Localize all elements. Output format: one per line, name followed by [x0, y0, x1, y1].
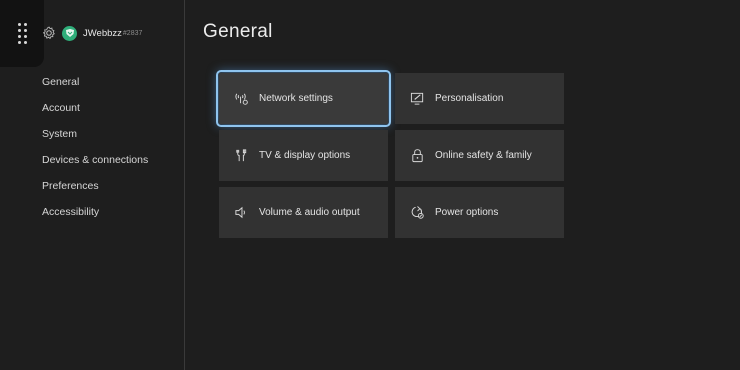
- power-icon: [409, 205, 425, 221]
- tile-volume-audio-output[interactable]: Volume & audio output: [219, 187, 388, 238]
- profile-row[interactable]: JWebbzz #2837: [42, 24, 142, 42]
- guide-button[interactable]: [0, 0, 44, 67]
- tile-label: TV & display options: [259, 150, 351, 161]
- tv-display-icon: [233, 148, 249, 164]
- tile-power-options[interactable]: Power options: [395, 187, 564, 238]
- grid-dots-icon: [17, 23, 27, 44]
- tile-network-settings[interactable]: Network settings: [216, 70, 391, 127]
- personalisation-icon: [409, 91, 425, 107]
- avatar-shield-icon: [65, 29, 74, 37]
- sidebar: JWebbzz #2837 General Account System Dev…: [0, 0, 185, 370]
- nav-item-preferences[interactable]: Preferences: [42, 177, 148, 203]
- tile-tv-display-options[interactable]: TV & display options: [219, 130, 388, 181]
- network-icon: [233, 91, 249, 107]
- nav-item-system[interactable]: System: [42, 125, 148, 151]
- nav-item-account[interactable]: Account: [42, 99, 148, 125]
- tile-online-safety-family[interactable]: Online safety & family: [395, 130, 564, 181]
- lock-icon: [409, 148, 425, 164]
- tile-label: Volume & audio output: [259, 207, 360, 218]
- gear-icon: [42, 26, 55, 40]
- tile-label: Network settings: [259, 93, 333, 104]
- settings-tile-grid: Network settings Personalisation TV & di…: [216, 70, 564, 238]
- settings-nav: General Account System Devices & connect…: [42, 73, 148, 229]
- gamertag-suffix: #2837: [122, 29, 143, 37]
- avatar: [62, 25, 77, 41]
- gamertag: JWebbzz: [83, 27, 122, 39]
- tile-label: Personalisation: [435, 93, 504, 104]
- tile-label: Online safety & family: [435, 150, 532, 161]
- nav-item-accessibility[interactable]: Accessibility: [42, 203, 148, 229]
- tile-label: Power options: [435, 207, 499, 218]
- page-title: General: [203, 21, 273, 42]
- speaker-icon: [233, 205, 249, 221]
- nav-item-general[interactable]: General: [42, 73, 148, 99]
- nav-item-devices-connections[interactable]: Devices & connections: [42, 151, 148, 177]
- tile-personalisation[interactable]: Personalisation: [395, 73, 564, 124]
